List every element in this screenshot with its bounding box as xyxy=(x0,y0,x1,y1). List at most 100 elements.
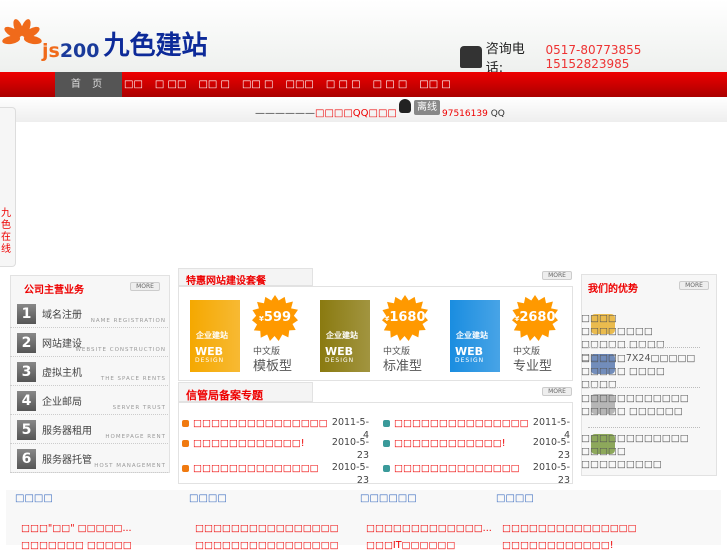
service-name: 服务器租用 xyxy=(42,426,92,437)
advantage-line: □□□□□ □□□□□□□□□ xyxy=(581,446,662,470)
nav-item[interactable]: □□ □ xyxy=(417,72,461,97)
packages-more-button[interactable]: MORE xyxy=(542,271,572,280)
package-box-design: DESIGN xyxy=(325,357,355,364)
icp-more-button[interactable]: MORE xyxy=(542,387,572,396)
service-english: THE SPACE RENTS xyxy=(100,376,166,382)
online-service-label[interactable]: 九色在线 xyxy=(1,208,13,256)
phone-numbers: 0517-80773855 15152823985 xyxy=(545,43,642,71)
package-box-title: 企业建站 xyxy=(326,331,358,340)
qq-number-value: 97516139 xyxy=(442,109,488,119)
qq-suffix: QQ xyxy=(490,109,505,119)
icp-news-link[interactable]: □□□□□□□□□□□□□□□ xyxy=(394,418,529,429)
qq-status-button[interactable]: 离线 xyxy=(414,100,440,115)
nav-item[interactable]: □□ □ xyxy=(196,72,240,97)
nav-item[interactable]: □ □ □ xyxy=(324,72,371,97)
service-english: SERVER TRUST xyxy=(112,405,166,411)
bullet-icon xyxy=(383,440,390,447)
bullet-icon xyxy=(182,440,189,447)
advantages-title: 我们的优势 xyxy=(588,284,638,295)
advantage-item: □□□□□□□□□□□□ □□□□□ □□□□□□□□□ xyxy=(581,432,691,471)
service-number: 3 xyxy=(17,362,36,382)
nav-item[interactable]: □□ □ xyxy=(240,72,284,97)
advantage-line: □□□□□□□□□□□□ xyxy=(581,393,689,404)
services-more-button[interactable]: MORE xyxy=(130,282,160,291)
bullet-icon xyxy=(182,420,189,427)
service-item[interactable]: 1 域名注册 NAME REGISTRATION xyxy=(10,300,168,328)
service-name: 服务器托管 xyxy=(42,455,92,466)
package-type: 专业型 xyxy=(513,359,553,374)
advantage-line: □□□□ □□□□□□□□ xyxy=(581,313,653,337)
packages-title: 特惠网站建设套餐 xyxy=(186,276,266,287)
bottom-link[interactable]: □□□□□□□□□□□□□□□□ xyxy=(195,523,339,534)
nav-item[interactable]: □□ xyxy=(122,72,153,97)
bottom-column-title[interactable]: □□□□ xyxy=(15,493,53,504)
main-nav: 首 页 □□ □ □□ □□ □ □□ □ □□□ □ □ □ □ □ □ □□… xyxy=(0,72,727,97)
bottom-link[interactable]: □□□"□□" □□□□□... xyxy=(21,523,132,534)
package-box-title: 企业建站 xyxy=(196,331,228,340)
bottom-column-title[interactable]: □□□□ xyxy=(496,493,534,504)
service-number: 2 xyxy=(17,333,36,353)
divider xyxy=(588,347,700,348)
nav-item[interactable]: □ □ □ xyxy=(371,72,418,97)
package-box-image[interactable]: 企业建站 WEB DESIGN xyxy=(320,300,370,372)
qq-number[interactable]: 97516139 QQ xyxy=(442,109,505,119)
service-name: 域名注册 xyxy=(42,310,82,321)
bottom-column-title[interactable]: □□□□ xyxy=(189,493,227,504)
service-number: 6 xyxy=(17,449,36,469)
advantage-line: □□□□□□□□□□□□ xyxy=(581,433,689,444)
icp-news-link[interactable]: □□□□□□□□□□□□□□ xyxy=(193,463,319,474)
service-english: NAME REGISTRATION xyxy=(90,318,166,324)
service-item[interactable]: 6 服务器托管 HOST MANAGEMENT xyxy=(10,445,168,473)
advantage-item: □□□□□□□□□□□□ □□□□□ □□□□□□ xyxy=(581,392,691,418)
nav-item[interactable]: □ □□ xyxy=(153,72,197,97)
icp-news-date: 2010-5-23 xyxy=(532,462,570,486)
package-box-image[interactable]: 企业建站 WEB DESIGN xyxy=(190,300,240,372)
bottom-link[interactable]: □□□□□□□ □□□□□ xyxy=(21,540,132,551)
contact-phone: 咨询电话: 0517-80773855 15152823985 xyxy=(460,38,727,76)
service-english: HOST MANAGEMENT xyxy=(94,463,166,469)
package-box-design: DESIGN xyxy=(195,357,225,364)
advantages-more-button[interactable]: MORE xyxy=(679,281,709,290)
bullet-icon xyxy=(383,420,390,427)
icp-news-date: 2010-5-23 xyxy=(331,437,369,461)
logo-200: 200 xyxy=(59,40,100,62)
service-item[interactable]: 2 网站建设 WEBSITE CONSTRUCTION xyxy=(10,329,168,357)
advantage-line: □□□□□ □□□□□□ xyxy=(581,406,683,417)
service-name: 虚拟主机 xyxy=(42,368,82,379)
bullet-icon xyxy=(383,465,390,472)
nav-item[interactable]: □□□ xyxy=(284,72,324,97)
bottom-link[interactable]: □□□□□□□□□□□□□... xyxy=(366,523,492,534)
logo-js: js xyxy=(42,40,60,62)
divider xyxy=(588,387,700,388)
service-item[interactable]: 3 虚拟主机 THE SPACE RENTS xyxy=(10,358,168,386)
price: 1680 xyxy=(389,310,426,325)
nav-home[interactable]: 首 页 xyxy=(55,72,122,97)
bottom-link[interactable]: □□□□□□□□□□□□! xyxy=(502,540,614,551)
icp-news-link[interactable]: □□□□□□□□□□□□□□ xyxy=(394,463,520,474)
qq-dashes: —————— xyxy=(255,108,315,119)
package-type: 标准型 xyxy=(383,359,423,374)
bottom-link[interactable]: □□□□□□□□□□□□□□□ xyxy=(502,523,637,534)
service-item[interactable]: 4 企业邮局 SERVER TRUST xyxy=(10,387,168,415)
icp-news-link[interactable]: □□□□□□□□□□□□! xyxy=(193,438,305,449)
bottom-link[interactable]: □□□□□□□□□□□□□□□□ xyxy=(195,540,339,551)
logo-name: 九色建站 xyxy=(103,31,208,61)
service-number: 1 xyxy=(17,304,36,324)
services-title: 公司主营业务 xyxy=(24,285,84,296)
telephone-icon xyxy=(460,46,482,68)
service-item[interactable]: 5 服务器租用 HOMEPAGE RENT xyxy=(10,416,168,444)
bullet-icon xyxy=(182,465,189,472)
logo[interactable]: js 200 九色建站 xyxy=(1,14,208,62)
icp-news-link[interactable]: □□□□□□□□□□□□! xyxy=(394,438,506,449)
icp-news-link[interactable]: □□□□□□□□□□□□□□□ xyxy=(193,418,328,429)
advantage-line: □□□□□7X24□□□□□ xyxy=(581,353,696,364)
price: 599 xyxy=(263,310,291,325)
qq-line: ——————□□□□QQ□□□ xyxy=(255,108,397,119)
bottom-column-title[interactable]: □□□□□□ xyxy=(360,493,417,504)
package-box-image[interactable]: 企业建站 WEB DESIGN xyxy=(450,300,500,372)
price: 2680 xyxy=(519,310,556,325)
service-english: WEBSITE CONSTRUCTION xyxy=(75,347,166,353)
package-box-title: 企业建站 xyxy=(456,331,488,340)
bottom-link[interactable]: □□□IT□□□□□□ xyxy=(366,540,455,551)
divider xyxy=(588,427,700,428)
